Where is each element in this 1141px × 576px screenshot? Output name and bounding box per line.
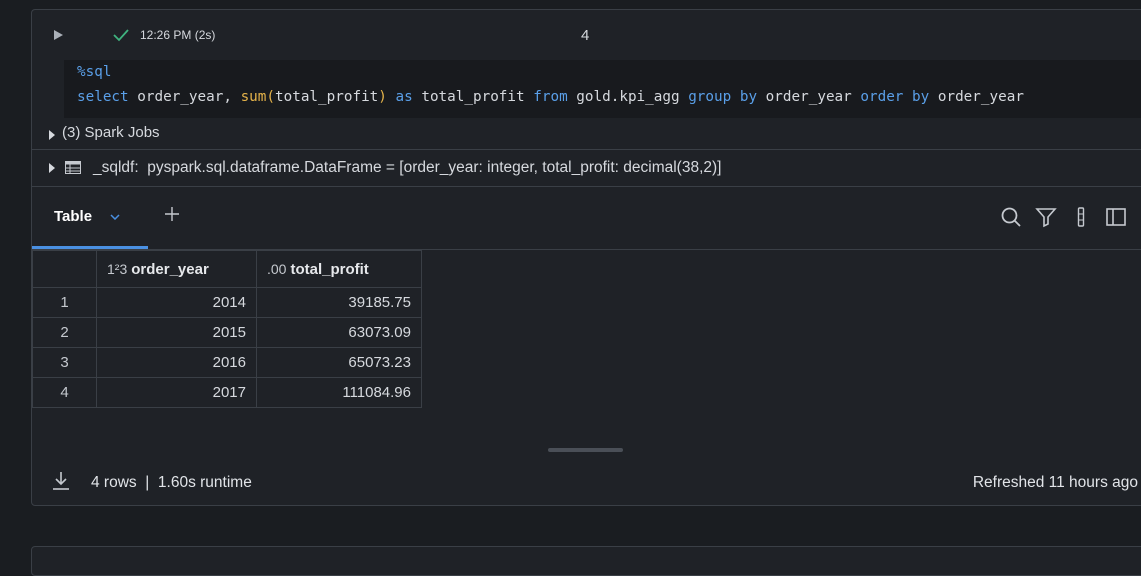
- filter-icon[interactable]: [1035, 206, 1057, 228]
- table-header-row: 1²3 order_year .00 total_profit: [32, 250, 422, 288]
- table-row: 1 2014 39185.75: [32, 287, 422, 318]
- execution-time: 12:26 PM (2s): [140, 28, 216, 42]
- check-icon: [113, 29, 129, 42]
- cell-header: 12:26 PM (2s) 4: [32, 10, 1141, 60]
- kebab-icon[interactable]: [1070, 206, 1092, 228]
- next-notebook-cell[interactable]: [31, 546, 1141, 576]
- dataframe-schema-toggle[interactable]: _sqldf: pyspark.sql.dataframe.DataFrame …: [32, 150, 1141, 187]
- add-visualization-button[interactable]: [165, 204, 179, 224]
- code-line-1: %sql: [77, 64, 112, 80]
- table-row: 2 2015 63073.09: [32, 317, 422, 348]
- cell-order-year[interactable]: 2017: [96, 377, 257, 408]
- result-tabs: Table: [32, 186, 1141, 250]
- run-cell-button[interactable]: [50, 27, 66, 43]
- resize-handle[interactable]: [548, 448, 623, 452]
- cell-total-profit[interactable]: 63073.09: [256, 317, 422, 348]
- code-line-2: select order_year, sum(total_profit) as …: [77, 89, 1024, 105]
- refreshed-status: Refreshed 11 hours ago: [972, 474, 1138, 491]
- spark-jobs-label: (3) Spark Jobs: [62, 124, 160, 141]
- plus-icon: [165, 207, 179, 221]
- row-count-runtime: 4 rows | 1.60s runtime: [91, 474, 252, 491]
- play-icon: [54, 30, 63, 40]
- cell-order-year[interactable]: 2015: [96, 317, 257, 348]
- tab-table[interactable]: Table: [54, 208, 92, 225]
- row-index: 3: [32, 347, 97, 378]
- table-row: 4 2017 111084.96: [32, 377, 422, 408]
- table-row: 3 2016 65073.23: [32, 347, 422, 378]
- notebook-cell: 12:26 PM (2s) 4 %sql select order_year, s…: [31, 9, 1141, 506]
- cell-total-profit[interactable]: 111084.96: [256, 377, 422, 408]
- download-icon[interactable]: [52, 471, 70, 491]
- search-icon[interactable]: [1000, 206, 1022, 228]
- column-header-order-year[interactable]: 1²3 order_year: [96, 250, 257, 288]
- cell-total-profit[interactable]: 39185.75: [256, 287, 422, 318]
- row-index-header: [32, 250, 97, 288]
- cell-number: 4: [581, 27, 590, 44]
- row-index: 1: [32, 287, 97, 318]
- sidebar-panel-icon[interactable]: [1105, 206, 1127, 228]
- integer-type-icon: 1²3: [107, 260, 128, 277]
- code-editor[interactable]: %sql select order_year, sum(total_profit)…: [64, 60, 1141, 118]
- row-index: 4: [32, 377, 97, 408]
- active-tab-indicator: [32, 246, 148, 249]
- row-index: 2: [32, 317, 97, 348]
- spark-jobs-toggle[interactable]: (3) Spark Jobs: [32, 121, 1141, 150]
- results-table: 1²3 order_year .00 total_profit 1 2014 391…: [32, 250, 422, 408]
- column-header-total-profit[interactable]: .00 total_profit: [256, 250, 422, 288]
- table-icon: [65, 161, 81, 174]
- decimal-type-icon: .00: [267, 260, 287, 277]
- dataframe-schema: _sqldf: pyspark.sql.dataframe.DataFrame …: [93, 159, 722, 176]
- cell-total-profit[interactable]: 65073.23: [256, 347, 422, 378]
- results-footer: 4 rows | 1.60s runtime Refreshed 11 hour…: [32, 468, 1141, 498]
- caret-right-icon: [49, 163, 55, 173]
- cell-order-year[interactable]: 2014: [96, 287, 257, 318]
- caret-right-icon: [49, 130, 55, 140]
- cell-order-year[interactable]: 2016: [96, 347, 257, 378]
- chevron-down-icon[interactable]: [110, 214, 120, 220]
